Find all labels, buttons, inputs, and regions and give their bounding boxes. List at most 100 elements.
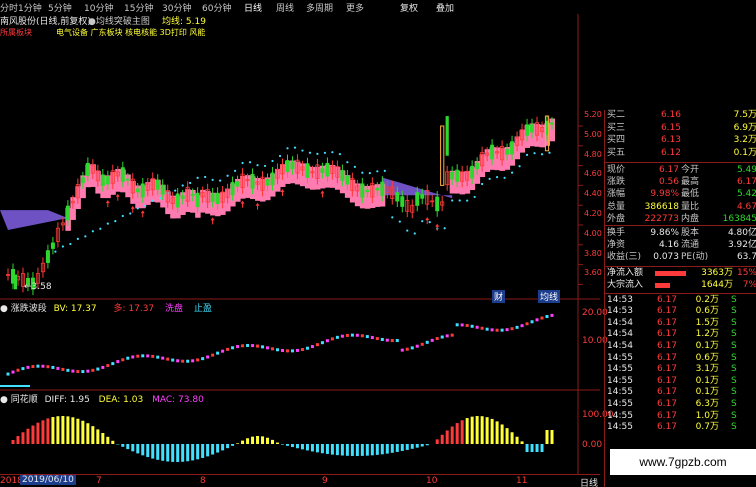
ma-marker[interactable]: 均线 — [538, 290, 561, 303]
wave-mark — [136, 354, 140, 358]
wave-mark — [320, 341, 324, 345]
macd-bar — [141, 444, 145, 456]
candle-body — [190, 194, 195, 196]
wave-mark — [191, 359, 195, 363]
support-dot — [421, 220, 424, 223]
macd-bar — [525, 444, 529, 452]
support-dot — [525, 153, 529, 156]
candle-body — [235, 181, 240, 187]
macd-bar — [530, 444, 534, 452]
purple-band — [0, 210, 73, 230]
wave-mark — [211, 353, 215, 357]
stat-value: 222773 — [644, 213, 679, 224]
stat-value: 386618 — [644, 201, 679, 212]
support-dot — [91, 230, 94, 233]
support-dot — [548, 151, 551, 154]
macd-bar — [415, 444, 419, 448]
tick-time: 14:53 — [607, 294, 633, 305]
low-price-marker: ←3.58 — [24, 282, 52, 292]
stat-value: 0.56 — [658, 177, 679, 188]
stat-label: 现价 — [607, 165, 626, 175]
buy-arrow-icon — [130, 205, 135, 213]
support-dot — [256, 164, 259, 167]
stat-value: 4.67 — [736, 201, 756, 212]
orderbook-price: 6.16 — [660, 110, 681, 120]
sub1-header: ● 涨跌波段 BV: 17.37 多: 17.37 洗盘 止盈 — [0, 301, 212, 314]
candle-body — [470, 165, 475, 179]
price-tick: 4.80 — [584, 149, 602, 159]
tick-time: 14:55 — [607, 387, 633, 398]
buy-arrow-icon — [255, 202, 260, 210]
wave-mark — [66, 368, 70, 372]
wave-mark — [280, 348, 284, 352]
macd-bar — [236, 443, 240, 444]
candle-body — [400, 196, 405, 207]
support-dot — [443, 227, 446, 230]
price-tick: 4.00 — [584, 228, 602, 238]
kline-chart[interactable] — [0, 0, 600, 487]
support-dot — [458, 199, 461, 202]
finance-marker[interactable]: 财 — [492, 290, 506, 303]
support-dot — [219, 179, 222, 182]
tick-price: 6.17 — [656, 375, 677, 386]
orderbook-label: 买二 — [607, 110, 626, 120]
orderbook-label: 买三 — [607, 122, 626, 133]
candle-body — [445, 116, 449, 156]
sub1-xi: 洗盘 — [165, 304, 184, 314]
support-dot — [271, 159, 274, 163]
tick-side: S — [731, 329, 737, 340]
macd-bar — [51, 417, 55, 444]
support-dot — [151, 199, 154, 202]
orderbook-volume: 6.9万 — [733, 122, 756, 133]
flow-value: 3363万 — [701, 267, 733, 278]
macd-bar — [405, 444, 409, 450]
sub2-axis-zero: 0.00 — [582, 440, 603, 450]
wave-mark — [525, 322, 529, 326]
tick-time: 14:55 — [607, 399, 633, 409]
orderbook-volume: 0.1万 — [733, 147, 756, 158]
candle-body — [155, 179, 160, 190]
macd-bar — [315, 444, 319, 453]
wave-mark — [201, 357, 205, 361]
macd-bar — [276, 442, 280, 444]
sub2-header: ● 同花顺 DIFF: 1.95 DEA: 1.03 MAC: 73.80 — [0, 392, 204, 405]
candle-body — [50, 242, 55, 249]
tick-volume: 3.1万 — [695, 364, 719, 375]
wave-mark — [236, 345, 240, 349]
sub1-bv: BV: 17.37 — [53, 304, 97, 314]
macd-bar — [290, 444, 294, 448]
sub2-name[interactable]: 同花顺 — [11, 395, 38, 405]
support-dot — [398, 220, 401, 223]
macd-bar — [445, 430, 449, 444]
macd-bar — [251, 436, 255, 444]
candle-body — [305, 163, 310, 178]
orderbook-price: 6.12 — [660, 147, 681, 158]
macd-bar — [261, 436, 265, 444]
stat-value: 4.16 — [658, 240, 679, 251]
wave-mark — [56, 366, 60, 370]
wave-mark — [11, 370, 15, 374]
wave-mark — [216, 351, 220, 355]
wave-mark — [81, 370, 85, 374]
tick-price: 6.17 — [656, 352, 677, 363]
candle-body — [435, 196, 440, 212]
wave-mark — [141, 354, 145, 358]
support-dot — [129, 212, 132, 215]
macd-bar — [335, 444, 339, 456]
support-dot — [338, 152, 341, 156]
macd-bar — [226, 444, 230, 449]
macd-bar — [121, 444, 125, 447]
support-dot — [204, 175, 207, 179]
stat-value: 5.49 — [736, 165, 756, 175]
macd-bar — [151, 444, 155, 459]
wave-mark — [176, 359, 180, 363]
sub1-name[interactable]: 涨跌波段 — [11, 304, 47, 314]
wave-mark — [350, 333, 354, 337]
candle-body — [415, 192, 420, 206]
wave-mark — [161, 356, 165, 360]
support-dot — [189, 181, 192, 185]
support-dot — [406, 229, 409, 232]
flow-value: 1644万 — [701, 279, 733, 290]
wave-mark — [305, 346, 309, 350]
candle-body — [490, 144, 495, 160]
